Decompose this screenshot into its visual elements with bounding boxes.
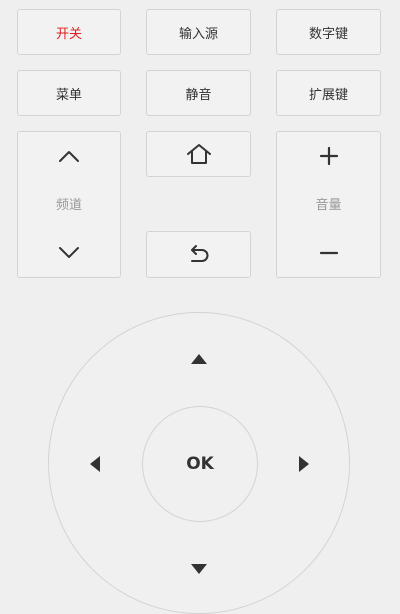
volume-rocker: 音量: [276, 131, 381, 278]
power-button[interactable]: 开关: [17, 9, 121, 55]
volume-down-button[interactable]: [277, 229, 380, 277]
power-button-label: 开关: [55, 26, 82, 42]
back-icon: [190, 244, 208, 262]
input-source-label: 输入源: [178, 26, 218, 42]
minus-icon: [319, 251, 338, 255]
extend-keys-label: 扩展键: [308, 87, 348, 103]
input-source-button[interactable]: 输入源: [146, 9, 251, 55]
ok-button[interactable]: OK: [142, 406, 258, 522]
ok-label: OK: [186, 454, 214, 474]
dpad-down-button[interactable]: [179, 549, 219, 589]
plus-icon: [319, 146, 338, 166]
channel-up-button[interactable]: [18, 132, 120, 180]
chevron-down-icon: [59, 247, 79, 258]
triangle-left-icon: [90, 456, 100, 472]
home-button[interactable]: [146, 131, 251, 177]
back-button[interactable]: [146, 231, 251, 278]
menu-button[interactable]: 菜单: [17, 70, 121, 116]
volume-up-button[interactable]: [277, 132, 380, 180]
extend-keys-button[interactable]: 扩展键: [276, 70, 381, 116]
dpad-up-button[interactable]: [179, 339, 219, 379]
channel-down-button[interactable]: [18, 229, 120, 277]
triangle-up-icon: [191, 354, 207, 364]
mute-button[interactable]: 静音: [146, 70, 251, 116]
menu-label: 菜单: [55, 87, 82, 103]
mute-label: 静音: [185, 87, 212, 103]
number-keys-button[interactable]: 数字键: [276, 9, 381, 55]
number-keys-label: 数字键: [308, 26, 348, 42]
channel-rocker: 频道: [17, 131, 121, 278]
volume-label: 音量: [315, 198, 342, 213]
triangle-right-icon: [299, 456, 309, 472]
chevron-up-icon: [59, 151, 79, 162]
direction-pad: OK: [48, 312, 350, 614]
dpad-right-button[interactable]: [284, 444, 324, 484]
triangle-down-icon: [191, 564, 207, 574]
dpad-left-button[interactable]: [75, 444, 115, 484]
home-icon: [186, 144, 211, 164]
channel-label: 频道: [55, 198, 82, 213]
